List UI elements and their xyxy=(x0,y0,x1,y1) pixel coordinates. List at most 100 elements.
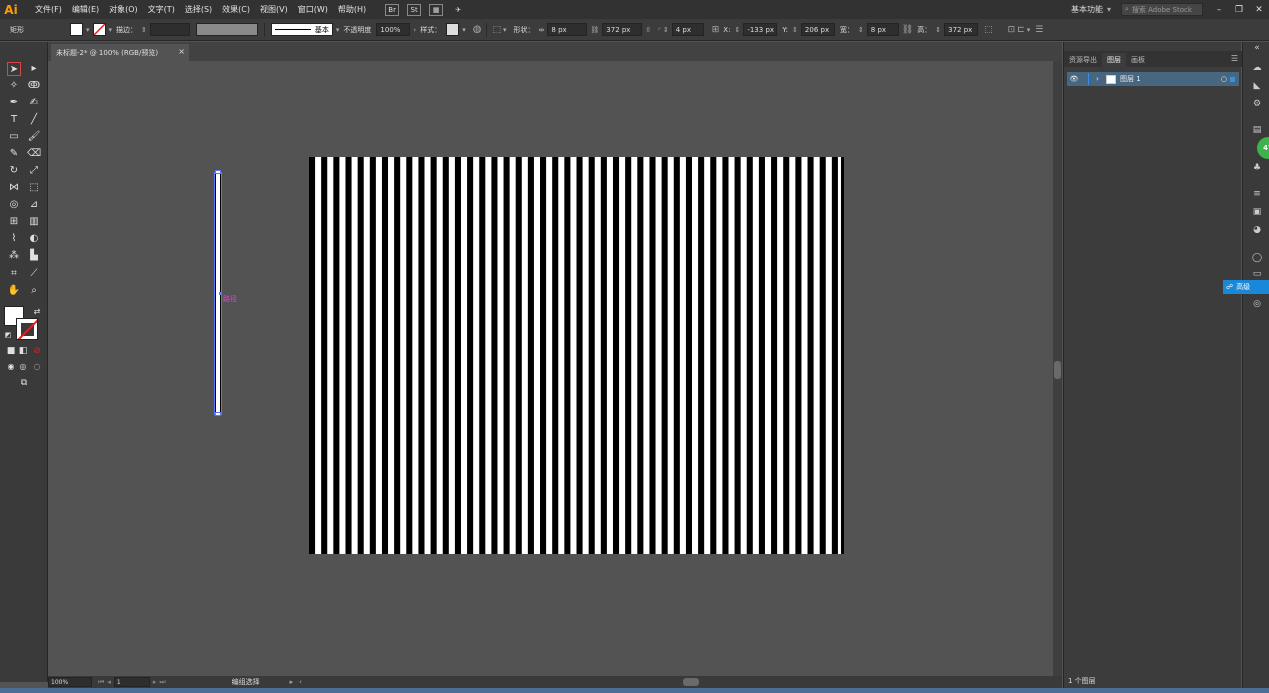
x-input[interactable]: -133 px xyxy=(743,23,778,36)
corner-type-icon[interactable]: ◜ xyxy=(658,26,661,34)
stripe[interactable] xyxy=(673,157,680,554)
libraries-icon[interactable]: ⚙ xyxy=(1251,98,1263,110)
gradient-icon[interactable]: ▣ xyxy=(1251,206,1263,218)
default-colors-icon[interactable]: ◩ xyxy=(1,328,15,342)
corner-stepper-icon[interactable]: ⇕ xyxy=(663,26,669,34)
stripe[interactable] xyxy=(369,157,376,554)
previous-artboard-icon[interactable]: ◂ xyxy=(107,678,111,686)
recolor-artwork-icon[interactable]: ◍ xyxy=(473,24,482,35)
stripe[interactable] xyxy=(527,157,534,554)
menu-edit[interactable]: 编辑(E) xyxy=(67,4,104,15)
gpu-performance-icon[interactable]: ✈ xyxy=(451,4,465,16)
canvas[interactable]: 路径 xyxy=(48,61,1053,676)
stripe[interactable] xyxy=(345,157,352,554)
h-stepper-icon[interactable]: ⇕ xyxy=(935,26,941,34)
symbols-icon[interactable]: ♣ xyxy=(1251,162,1263,174)
artboard-number-select[interactable]: 1 xyxy=(113,677,150,687)
corner-radius-input[interactable]: 4 px xyxy=(671,23,704,36)
mesh-tool-icon[interactable]: ⊞ xyxy=(7,215,21,229)
stripe[interactable] xyxy=(406,157,413,554)
chevron-down-icon[interactable]: ▾ xyxy=(503,26,507,34)
stripe[interactable] xyxy=(442,157,449,554)
hand-tool-icon[interactable]: ✋ xyxy=(7,284,21,298)
gradient-tool-icon[interactable]: ▥ xyxy=(27,215,41,229)
selection-indicator[interactable] xyxy=(1230,76,1235,82)
scale-tool-icon[interactable]: ⤢ xyxy=(27,164,41,178)
line-tool-icon[interactable]: ╱ xyxy=(27,113,41,127)
eraser-tool-icon[interactable]: ⌫ xyxy=(27,147,41,161)
stripe[interactable] xyxy=(381,157,389,554)
menu-object[interactable]: 对象(O) xyxy=(104,4,143,15)
cc-libraries-icon[interactable]: ☁ xyxy=(1251,62,1263,74)
bridge-icon[interactable]: Br xyxy=(385,3,400,16)
isolate-icon[interactable]: ⊡ xyxy=(1008,25,1016,35)
transparency-icon[interactable]: ◕ xyxy=(1251,224,1263,236)
curvature-tool-icon[interactable]: ✍ xyxy=(27,96,41,110)
menu-select[interactable]: 选择(S) xyxy=(180,4,217,15)
stroke-swatch[interactable] xyxy=(92,23,106,36)
gradient-mode-icon[interactable]: ◧ xyxy=(16,344,30,358)
rectangle-tool-icon[interactable]: ▭ xyxy=(7,130,21,144)
arrange-documents-icon[interactable]: ▦ xyxy=(429,3,444,16)
last-artboard-icon[interactable]: ⏭ xyxy=(159,678,165,687)
stripe[interactable] xyxy=(467,157,474,554)
layer-row[interactable]: 👁 › 图层 1 ○ xyxy=(1067,72,1239,86)
screen-mode-icon[interactable]: ⧉ xyxy=(17,376,31,390)
graphic-styles-icon[interactable]: ▭ xyxy=(1251,268,1263,280)
menu-effect[interactable]: 效果(C) xyxy=(217,4,255,15)
target-icon[interactable]: ○ xyxy=(1221,75,1227,83)
appearance-icon[interactable]: ◯ xyxy=(1251,252,1263,264)
document-tab[interactable]: 未标题-2* @ 100% (RGB/预览) × xyxy=(51,44,189,61)
stripe[interactable] xyxy=(309,157,316,554)
direct-selection-tool-icon[interactable]: ▸ xyxy=(27,62,41,76)
vertical-scroll-thumb[interactable] xyxy=(1054,361,1061,379)
shape-builder-tool-icon[interactable]: ◎ xyxy=(7,198,21,212)
graphic-style-swatch[interactable] xyxy=(446,23,460,36)
fill-swatch[interactable] xyxy=(70,23,83,36)
y-input[interactable]: 206 px xyxy=(800,23,835,36)
stripe[interactable] xyxy=(649,157,656,554)
lasso-tool-icon[interactable]: ↂ xyxy=(27,79,41,93)
stripe[interactable] xyxy=(795,157,802,554)
stripe[interactable] xyxy=(564,157,571,554)
tab-asset-export[interactable]: 资源导出 xyxy=(1064,53,1102,67)
stroke-stepper-icon[interactable]: ⇕ xyxy=(141,26,147,34)
magic-wand-tool-icon[interactable]: ✧ xyxy=(7,79,21,93)
slice-tool-icon[interactable]: ⟋ xyxy=(27,267,41,281)
stripe[interactable] xyxy=(588,157,595,554)
layers-strip-icon[interactable]: ◎ xyxy=(1251,298,1263,310)
cloud-sync-button[interactable]: ☍ 高级 xyxy=(1223,280,1269,294)
transform-icon[interactable]: ⬚ xyxy=(984,25,993,35)
brush-definition[interactable]: 基本 xyxy=(270,23,333,36)
chevron-down-icon[interactable]: ▾ xyxy=(336,26,340,34)
stripe[interactable] xyxy=(661,157,668,554)
vertical-scrollbar[interactable] xyxy=(1053,61,1062,676)
chevron-down-icon[interactable]: ▾ xyxy=(1107,5,1111,14)
chevron-down-icon[interactable]: ▾ xyxy=(1027,26,1031,34)
w-input[interactable]: 8 px xyxy=(866,23,899,36)
reference-point-icon[interactable]: ⊞ xyxy=(712,25,720,35)
draw-inside-icon[interactable]: ◌ xyxy=(30,360,44,374)
status-menu-icon[interactable]: ▸ xyxy=(290,678,294,686)
stripe[interactable] xyxy=(698,157,705,554)
properties-icon[interactable]: ◣ xyxy=(1251,80,1263,92)
align-to-icon[interactable]: ⬚ xyxy=(492,25,501,35)
visibility-eye-icon[interactable]: 👁 xyxy=(1067,75,1081,83)
variable-width-profile[interactable] xyxy=(195,23,258,36)
striped-artwork[interactable] xyxy=(309,157,844,554)
stripe[interactable] xyxy=(685,157,693,554)
restore-icon[interactable]: ❐ xyxy=(1229,5,1249,15)
tab-layers[interactable]: 图层 xyxy=(1102,53,1126,67)
stripe[interactable] xyxy=(491,157,498,554)
color-guide-icon[interactable]: ▤ xyxy=(1251,124,1263,136)
stripe[interactable] xyxy=(515,157,522,554)
chevron-down-icon[interactable]: ▾ xyxy=(86,26,90,34)
anchor-point-top[interactable] xyxy=(215,170,221,174)
stripe[interactable] xyxy=(758,157,765,554)
stock-search-input[interactable]: ⌕ 搜索 Adobe Stock xyxy=(1121,3,1203,16)
zoom-tool-icon[interactable]: ⌕ xyxy=(27,284,41,298)
stripe[interactable] xyxy=(394,157,401,554)
stripe[interactable] xyxy=(746,157,753,554)
next-artboard-icon[interactable]: ▸ xyxy=(153,678,157,686)
symbol-sprayer-tool-icon[interactable]: ⁂ xyxy=(7,249,21,263)
